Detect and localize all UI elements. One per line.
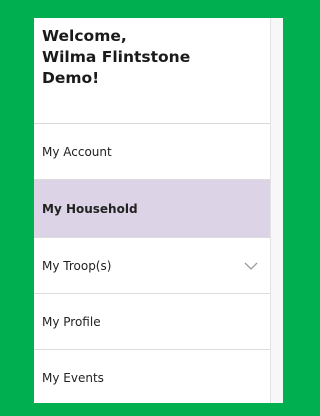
sidebar-item-label: My Troop(s) (42, 258, 112, 273)
sidebar-menu: My Account My Household My Troop(s) My P… (34, 124, 270, 403)
chevron-down-icon[interactable] (244, 261, 258, 271)
welcome-line-2: Wilma Flintstone (42, 48, 191, 66)
sidebar-item-my-profile[interactable]: My Profile (34, 294, 270, 350)
sidebar-item-label: My Household (42, 201, 138, 216)
sidebar-item-my-account[interactable]: My Account (34, 124, 270, 180)
welcome-line-3: Demo! (42, 69, 100, 87)
sidebar-item-label: My Events (42, 371, 104, 385)
sidebar-item-label: My Profile (42, 314, 101, 329)
welcome-line-1: Welcome, (42, 27, 127, 45)
sidebar-item-my-events[interactable]: My Events (34, 350, 270, 403)
account-sidebar: Welcome, Wilma Flintstone Demo! My Accou… (34, 18, 270, 403)
content-edge (270, 18, 283, 403)
sidebar-item-label: My Account (42, 144, 112, 159)
welcome-header: Welcome, Wilma Flintstone Demo! (34, 18, 270, 124)
sidebar-item-my-troops[interactable]: My Troop(s) (34, 238, 270, 294)
sidebar-item-my-household[interactable]: My Household (34, 180, 270, 238)
